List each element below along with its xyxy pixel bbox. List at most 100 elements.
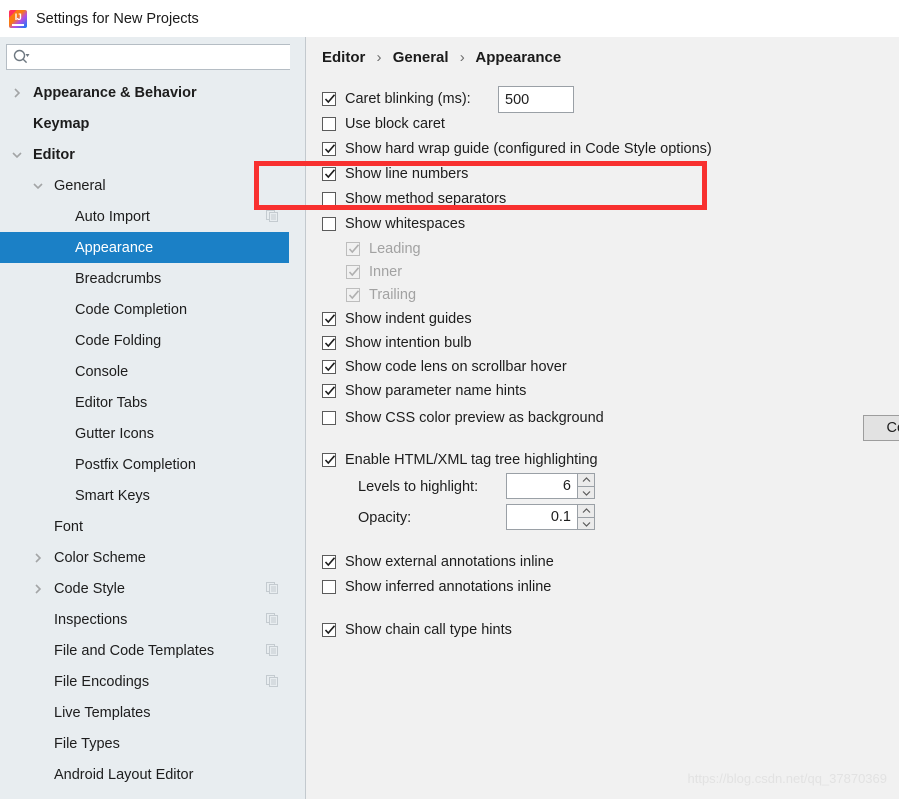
- breadcrumb-general[interactable]: General: [393, 49, 449, 66]
- checkbox-box[interactable]: [322, 411, 336, 425]
- sidebar-item-label: Console: [75, 363, 129, 380]
- breadcrumb-separator-2: ›: [459, 49, 465, 66]
- chevron-right-icon[interactable]: [11, 87, 23, 99]
- sidebar-item-label: Appearance: [75, 239, 154, 256]
- search-field-wrapper: [6, 44, 298, 70]
- sidebar-item-label: Code Folding: [75, 332, 162, 349]
- checkbox-box[interactable]: [346, 265, 360, 279]
- checkbox-enable-tag-tree-highlighting[interactable]: Enable HTML/XML tag tree highlighting: [322, 452, 598, 468]
- settings-tree[interactable]: Appearance & Behavior Keymap Editor General…: [0, 77, 289, 799]
- sidebar-item-breadcrumbs[interactable]: Breadcrumbs: [0, 263, 289, 294]
- copy-settings-icon[interactable]: [266, 644, 278, 656]
- checkbox-box[interactable]: [322, 92, 336, 106]
- checkbox-show-hard-wrap-guide[interactable]: Show hard wrap guide (configured in Code…: [322, 141, 712, 157]
- checkbox-box[interactable]: [322, 217, 336, 231]
- copy-settings-icon[interactable]: [266, 582, 278, 594]
- checkbox-use-block-caret[interactable]: Use block caret: [322, 116, 445, 132]
- checkbox-label: Show hard wrap guide (configured in Code…: [345, 141, 712, 157]
- checkbox-show-intention-bulb[interactable]: Show intention bulb: [322, 335, 472, 351]
- breadcrumb-editor[interactable]: Editor: [322, 49, 365, 66]
- sidebar-item-general[interactable]: General: [0, 170, 289, 201]
- sidebar-item-postfix-completion[interactable]: Postfix Completion: [0, 449, 289, 480]
- sidebar-item-android-layout-editor[interactable]: Android Layout Editor: [0, 759, 289, 790]
- sidebar-item-font[interactable]: Font: [0, 511, 289, 542]
- checkbox-whitespace-leading[interactable]: Leading: [346, 241, 421, 257]
- checkbox-show-parameter-name-hints[interactable]: Show parameter name hints: [322, 383, 526, 399]
- sidebar-item-color-scheme[interactable]: Color Scheme: [0, 542, 289, 573]
- sidebar-item-gutter-icons[interactable]: Gutter Icons: [0, 418, 289, 449]
- copy-settings-icon[interactable]: [266, 613, 278, 625]
- checkbox-box[interactable]: [322, 336, 336, 350]
- breadcrumb-separator-1: ›: [376, 49, 382, 66]
- sidebar-item-keymap[interactable]: Keymap: [0, 108, 289, 139]
- sidebar-item-code-style[interactable]: Code Style: [0, 573, 289, 604]
- sidebar-item-smart-keys[interactable]: Smart Keys: [0, 480, 289, 511]
- checkbox-show-line-numbers[interactable]: Show line numbers: [322, 166, 468, 182]
- sidebar-item-editor-tabs[interactable]: Editor Tabs: [0, 387, 289, 418]
- sidebar-item-editor[interactable]: Editor: [0, 139, 289, 170]
- checkbox-show-code-lens[interactable]: Show code lens on scrollbar hover: [322, 359, 567, 375]
- opacity-input[interactable]: [506, 504, 578, 530]
- checkbox-show-inferred-annotations[interactable]: Show inferred annotations inline: [322, 579, 551, 595]
- spinner-down-icon[interactable]: [577, 517, 595, 530]
- checkbox-box[interactable]: [322, 312, 336, 326]
- checkbox-show-indent-guides[interactable]: Show indent guides: [322, 311, 472, 327]
- sidebar-item-file-and-code-templates[interactable]: File and Code Templates: [0, 635, 289, 666]
- sidebar-item-appearance[interactable]: Appearance: [0, 232, 289, 263]
- checkbox-label: Inner: [369, 264, 403, 280]
- checkbox-box[interactable]: [322, 167, 336, 181]
- spinner-up-icon[interactable]: [577, 473, 595, 486]
- checkbox-whitespace-inner[interactable]: Inner: [346, 264, 402, 280]
- checkbox-box[interactable]: [322, 453, 336, 467]
- sidebar-item-live-templates[interactable]: Live Templates: [0, 697, 289, 728]
- checkbox-show-css-color-preview[interactable]: Show CSS color preview as background: [322, 410, 604, 426]
- sidebar-item-auto-import[interactable]: Auto Import: [0, 201, 289, 232]
- sidebar-item-code-completion[interactable]: Code Completion: [0, 294, 289, 325]
- levels-to-highlight-spinner[interactable]: [506, 473, 595, 499]
- sidebar-item-code-folding[interactable]: Code Folding: [0, 325, 289, 356]
- checkbox-box[interactable]: [322, 580, 336, 594]
- sidebar-item-file-encodings[interactable]: File Encodings: [0, 666, 289, 697]
- checkbox-box[interactable]: [322, 623, 336, 637]
- chevron-down-icon[interactable]: [11, 149, 23, 161]
- search-input[interactable]: [6, 44, 298, 70]
- levels-to-highlight-input[interactable]: [506, 473, 578, 499]
- breadcrumb-appearance[interactable]: Appearance: [475, 49, 561, 66]
- copy-settings-icon[interactable]: [266, 210, 278, 222]
- sidebar-item-console[interactable]: Console: [0, 356, 289, 387]
- checkbox-box[interactable]: [322, 555, 336, 569]
- chevron-down-icon[interactable]: [32, 180, 44, 192]
- checkbox-label: Caret blinking (ms):: [345, 91, 471, 107]
- checkbox-box[interactable]: [322, 142, 336, 156]
- checkbox-show-whitespaces[interactable]: Show whitespaces: [322, 216, 465, 232]
- chevron-right-icon[interactable]: [32, 552, 44, 564]
- sidebar-item-label: Keymap: [33, 115, 90, 132]
- sidebar-item-label: File Types: [54, 735, 120, 752]
- opacity-spinner[interactable]: [506, 504, 595, 530]
- sidebar-item-appearance-behavior[interactable]: Appearance & Behavior: [0, 77, 289, 108]
- checkbox-box[interactable]: [346, 242, 360, 256]
- checkbox-box[interactable]: [322, 384, 336, 398]
- spinner-buttons[interactable]: [577, 473, 595, 499]
- caret-blinking-input[interactable]: [498, 86, 574, 113]
- sidebar-item-file-types[interactable]: File Types: [0, 728, 289, 759]
- checkbox-box[interactable]: [346, 288, 360, 302]
- checkbox-label: Show intention bulb: [345, 335, 472, 351]
- sidebar-scrollbar-track[interactable]: [290, 40, 593, 762]
- configure-button[interactable]: Configure...: [863, 415, 899, 441]
- spinner-buttons[interactable]: [577, 504, 595, 530]
- spinner-up-icon[interactable]: [577, 504, 595, 517]
- checkbox-whitespace-trailing[interactable]: Trailing: [346, 287, 416, 303]
- sidebar-item-inspections[interactable]: Inspections: [0, 604, 289, 635]
- checkbox-box[interactable]: [322, 192, 336, 206]
- checkbox-show-method-separators[interactable]: Show method separators: [322, 191, 506, 207]
- spinner-down-icon[interactable]: [577, 486, 595, 499]
- copy-settings-icon[interactable]: [266, 675, 278, 687]
- checkbox-show-external-annotations[interactable]: Show external annotations inline: [322, 554, 554, 570]
- chevron-right-icon[interactable]: [32, 583, 44, 595]
- checkbox-box[interactable]: [322, 117, 336, 131]
- checkbox-box[interactable]: [322, 360, 336, 374]
- settings-sidebar: Appearance & Behavior Keymap Editor General…: [0, 37, 306, 799]
- checkbox-show-chain-call-type-hints[interactable]: Show chain call type hints: [322, 622, 512, 638]
- checkbox-caret-blinking[interactable]: Caret blinking (ms):: [322, 91, 471, 107]
